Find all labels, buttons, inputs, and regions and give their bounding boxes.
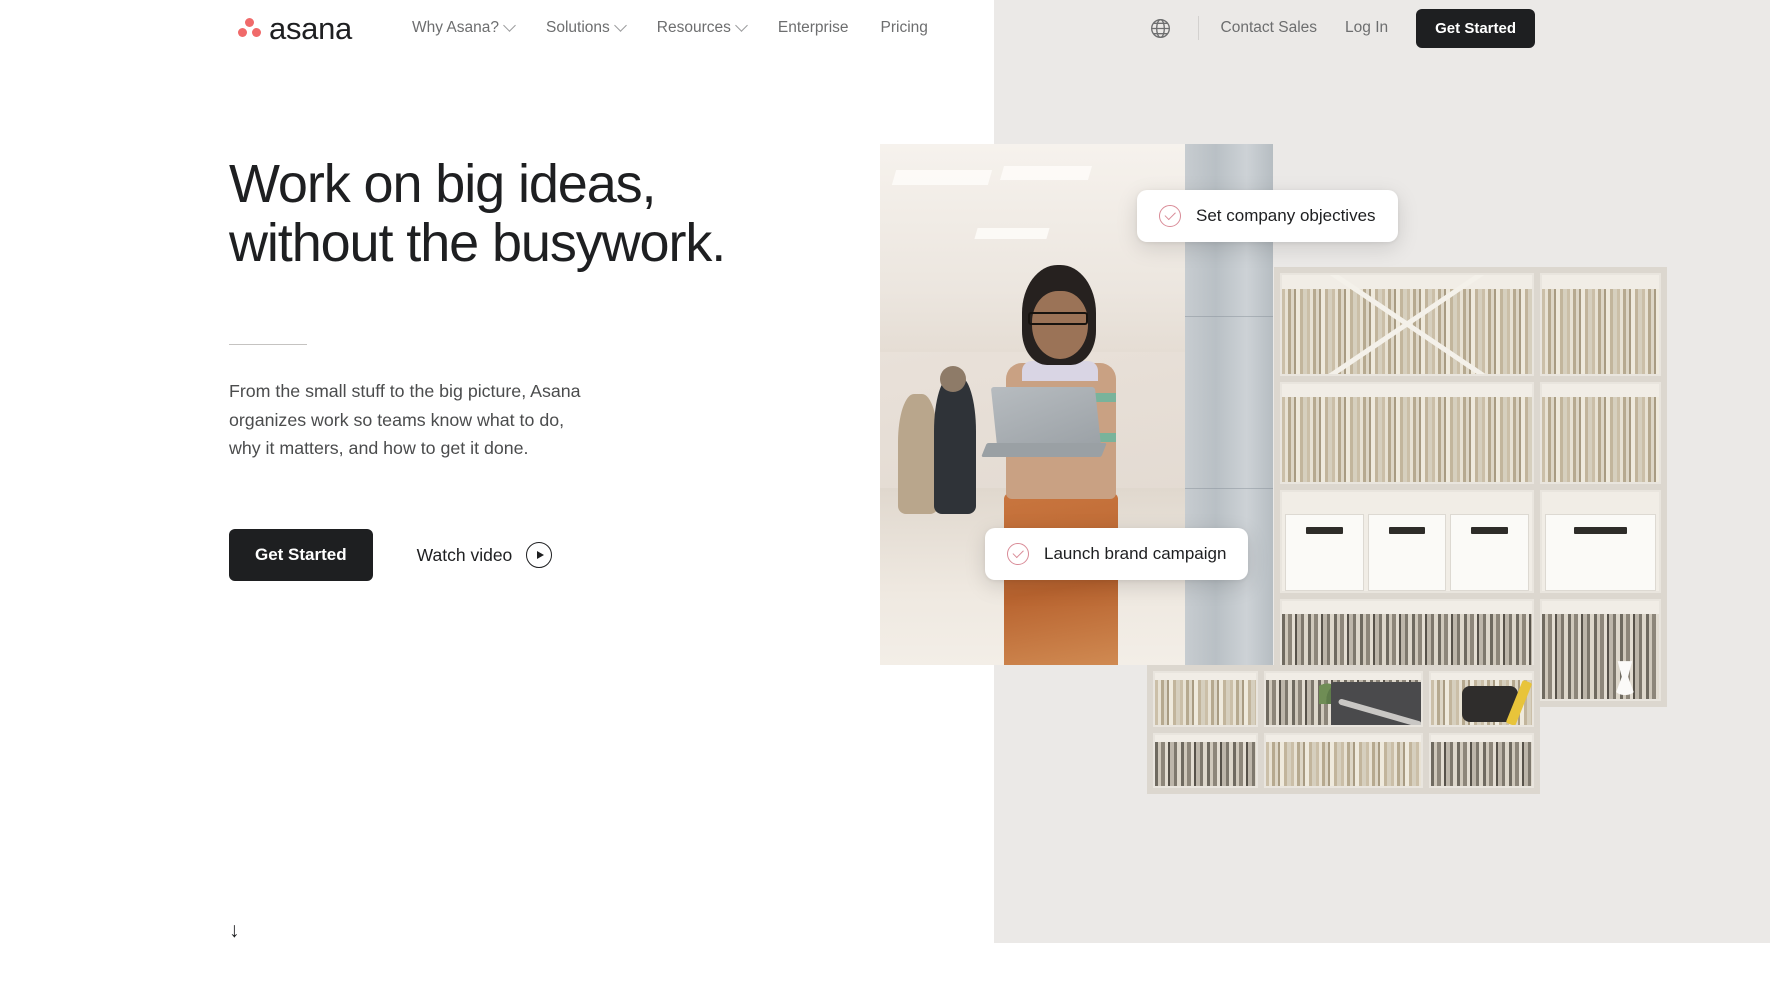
nav-item-label: Pricing <box>880 19 928 36</box>
task-card-launch-brand-campaign[interactable]: Launch brand campaign <box>985 528 1249 580</box>
shelf-grid <box>1147 665 1540 794</box>
shelf-cell <box>1540 598 1661 701</box>
shelf-cell <box>1280 381 1535 484</box>
books <box>1430 741 1532 786</box>
background-person <box>934 376 976 514</box>
get-started-button-hero[interactable]: Get Started <box>229 529 373 582</box>
watch-video-label: Watch video <box>416 544 513 565</box>
page-title: Work on big ideas, without the busywork. <box>229 154 726 273</box>
background-person-head <box>940 366 966 392</box>
hero-cta-row: Get Started Watch video <box>229 529 789 582</box>
divider-rule <box>229 343 307 345</box>
nav-item-enterprise[interactable]: Enterprise <box>762 13 865 43</box>
nav-right-group: Contact Sales Log In Get Started <box>1146 8 1535 48</box>
globe-icon[interactable] <box>1146 13 1176 43</box>
check-circle-icon <box>1007 543 1029 565</box>
nav-item-resources[interactable]: Resources <box>641 13 762 43</box>
books <box>1282 397 1533 482</box>
laptop-screen <box>990 387 1102 447</box>
top-navigation: asana Why Asana? Solutions Resources Ent… <box>0 0 1770 56</box>
desk-photo <box>1147 665 1540 794</box>
skylight <box>891 170 993 185</box>
shelf-cell <box>1153 671 1259 727</box>
nav-item-pricing[interactable]: Pricing <box>865 13 944 43</box>
nav-item-label: Resources <box>656 19 731 36</box>
person-face <box>1032 291 1088 359</box>
archive-box <box>1367 513 1447 591</box>
get-started-button-nav[interactable]: Get Started <box>1416 8 1535 48</box>
task-card-set-company-objectives[interactable]: Set company objectives <box>1137 190 1398 242</box>
cross-brace <box>1282 275 1532 374</box>
scroll-down-arrow-icon[interactable]: ↓ <box>229 920 240 941</box>
asana-logo[interactable]: asana <box>237 13 352 44</box>
hero-content: Work on big ideas, without the busywork.… <box>229 154 789 582</box>
shelf-cell <box>1540 381 1661 484</box>
chevron-down-icon <box>503 18 516 32</box>
laptop-keyboard <box>981 443 1107 457</box>
skylight <box>999 166 1093 180</box>
glasses-icon <box>1028 312 1088 325</box>
watch-video-button[interactable]: Watch video <box>416 542 553 569</box>
archive-box <box>1450 513 1530 591</box>
background-person <box>898 394 938 514</box>
shelf-cell <box>1428 671 1534 727</box>
books <box>1155 741 1257 786</box>
books <box>1542 614 1659 699</box>
archive-box <box>1285 513 1364 591</box>
shelves-photo <box>1274 267 1667 707</box>
shelf-cell <box>1264 732 1423 788</box>
task-card-label: Set company objectives <box>1196 206 1376 225</box>
books <box>1542 397 1659 482</box>
nav-left-group: asana Why Asana? Solutions Resources Ent… <box>237 13 944 44</box>
shelf-cell <box>1153 732 1259 788</box>
nav-links: Why Asana? Solutions Resources Enterpris… <box>396 13 944 43</box>
archive-box <box>1545 513 1656 591</box>
logo-wordmark: asana <box>269 10 352 46</box>
chevron-down-icon <box>613 18 627 32</box>
shelf-cell-boxes <box>1280 490 1535 593</box>
hero-subcopy: From the small stuff to the big picture,… <box>229 380 581 459</box>
books <box>1155 680 1257 725</box>
task-card-label: Launch brand campaign <box>1044 544 1227 563</box>
hero-page: Set company objectives Launch brand camp… <box>0 0 1770 995</box>
shelf-cell <box>1540 273 1661 376</box>
books <box>1542 288 1659 374</box>
shelf-cell <box>1428 732 1534 788</box>
archive-boxes <box>1282 513 1532 591</box>
chevron-down-icon <box>734 18 748 32</box>
contact-sales-link[interactable]: Contact Sales <box>1221 13 1318 43</box>
nav-item-label: Why Asana? <box>411 19 499 36</box>
shelf-cell-boxes <box>1540 490 1661 593</box>
log-in-link[interactable]: Log In <box>1345 13 1388 43</box>
archive-boxes <box>1542 513 1659 591</box>
nav-item-why-asana[interactable]: Why Asana? <box>396 13 530 43</box>
check-circle-icon <box>1159 205 1181 227</box>
books <box>1266 741 1421 786</box>
nav-item-label: Enterprise <box>777 19 849 36</box>
nav-item-label: Solutions <box>546 19 610 36</box>
skylight <box>974 228 1050 239</box>
shelf-cell <box>1264 671 1423 727</box>
play-circle-icon <box>526 542 553 569</box>
shelf-cell <box>1280 273 1535 376</box>
foreground-person <box>981 265 1138 665</box>
nav-item-solutions[interactable]: Solutions <box>530 13 641 43</box>
nav-divider <box>1197 16 1199 40</box>
asana-three-dots-logo-icon <box>237 17 262 40</box>
shelf-grid <box>1274 267 1667 707</box>
